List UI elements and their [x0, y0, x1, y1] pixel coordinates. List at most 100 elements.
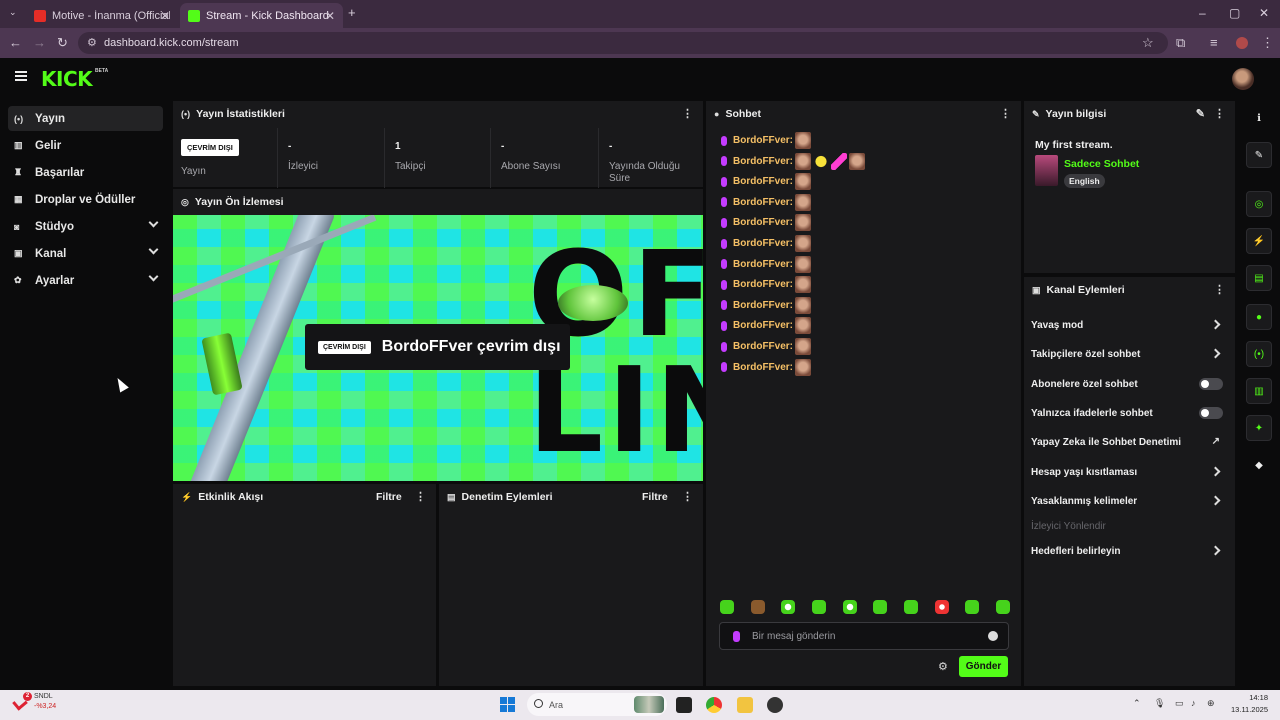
category-link[interactable]: Sadece Sohbet	[1064, 158, 1139, 170]
filter-button[interactable]: Filtre	[642, 491, 668, 503]
taskbar-date[interactable]: 13.11.2025	[1227, 705, 1268, 714]
chat-username[interactable]: BordoFFver:	[733, 300, 793, 311]
bookmark-star-icon[interactable]: ☆	[1142, 35, 1154, 51]
emote-icon[interactable]	[903, 600, 918, 614]
tab-search-icon[interactable]: ⌄	[9, 7, 17, 18]
chat-username[interactable]: BordoFFver:	[733, 217, 793, 228]
network-icon[interactable]: ⊕	[1207, 698, 1215, 709]
browser-menu-icon[interactable]: ⋮	[1261, 35, 1274, 51]
emote-icon[interactable]	[934, 600, 949, 614]
more-options-icon[interactable]: ⋮	[1214, 107, 1225, 120]
windows-start-icon[interactable]	[500, 697, 515, 712]
chat-username[interactable]: BordoFFver:	[733, 197, 793, 208]
more-options-icon[interactable]: ⋮	[682, 107, 693, 120]
activity-toggle-icon[interactable]: ⚡	[1246, 228, 1272, 254]
moderation-toggle-icon[interactable]: ▤	[1246, 265, 1272, 291]
more-options-icon[interactable]: ⋮	[415, 490, 426, 503]
chat-username[interactable]: BordoFFver:	[733, 320, 793, 331]
chat-username[interactable]: BordoFFver:	[733, 259, 793, 270]
preview-toggle-icon[interactable]: ◎	[1246, 191, 1272, 217]
emote-icon[interactable]	[873, 600, 888, 614]
chat-username[interactable]: BordoFFver:	[733, 135, 793, 146]
chat-username[interactable]: BordoFFver:	[733, 279, 793, 290]
new-tab-icon[interactable]: +	[348, 5, 356, 20]
channel-action-item[interactable]: Yalnızca ifadelerle sohbet	[1031, 404, 1226, 422]
close-window-icon[interactable]: ✕	[1259, 6, 1269, 20]
info-icon[interactable]: ℹ	[1246, 105, 1272, 131]
file-explorer-icon[interactable]	[737, 697, 753, 713]
emote-icon[interactable]	[811, 600, 826, 614]
volume-icon[interactable]: ♪	[1191, 698, 1196, 708]
chat-username[interactable]: BordoFFver:	[733, 238, 793, 249]
chat-message-input[interactable]	[752, 630, 972, 642]
obs-app-icon[interactable]	[767, 697, 783, 713]
site-settings-icon[interactable]: ⚙	[87, 36, 97, 49]
channel-actions-toggle-icon[interactable]: ✦	[1246, 415, 1272, 441]
tab-motive[interactable]: Motive - İnanma (Official Video) ✕	[26, 3, 178, 28]
filter-button[interactable]: Filtre	[376, 491, 402, 503]
toggle-switch[interactable]	[1199, 407, 1223, 419]
tab-kick-dashboard[interactable]: Stream - Kick Dashboard ✕	[180, 3, 343, 28]
layout-shapes-icon[interactable]: ◆	[1246, 452, 1272, 478]
emote-icon[interactable]	[750, 600, 765, 614]
channel-action-item[interactable]: Yavaş mod	[1031, 316, 1226, 334]
channel-action-item[interactable]: Yapay Zeka ile Sohbet Denetimi ↗	[1031, 433, 1226, 451]
sidebar-item-studyo[interactable]: ◙ Stüdyo	[8, 214, 163, 239]
close-tab-icon[interactable]: ✕	[325, 9, 335, 23]
edit-icon[interactable]: ✎	[1196, 107, 1205, 120]
extensions-icon[interactable]: ⧉	[1176, 35, 1185, 51]
chat-username[interactable]: BordoFFver:	[733, 176, 793, 187]
close-tab-icon[interactable]: ✕	[160, 9, 170, 23]
sidebar-item-basarilar[interactable]: ♜ Başarılar	[8, 160, 163, 185]
task-view-icon[interactable]	[676, 697, 692, 713]
emote-icon[interactable]	[965, 600, 980, 614]
sidebar-item-droplar[interactable]: ▦ Droplar ve Ödüller	[8, 187, 163, 212]
edit-stream-icon[interactable]: ✎	[1246, 142, 1272, 168]
chat-username[interactable]: BordoFFver:	[733, 156, 793, 167]
emote-icon[interactable]	[842, 600, 857, 614]
hamburger-menu-icon[interactable]	[15, 71, 27, 81]
channel-action-item[interactable]: Hesap yaşı kısıtlaması	[1031, 463, 1226, 481]
channel-action-item[interactable]: Hedefleri belirleyin	[1031, 542, 1226, 560]
profile-avatar[interactable]	[1236, 37, 1248, 49]
chat-username[interactable]: BordoFFver:	[733, 362, 793, 373]
maximize-icon[interactable]: ▢	[1229, 6, 1240, 20]
user-avatar[interactable]	[1232, 68, 1254, 90]
tab-label: Stream - Kick Dashboard	[206, 9, 329, 22]
back-icon[interactable]: ←	[9, 35, 22, 50]
reload-icon[interactable]: ↻	[57, 35, 68, 51]
emote-icon[interactable]	[720, 600, 734, 614]
stats-toggle-icon[interactable]: (•)	[1246, 341, 1272, 367]
chat-username[interactable]: BordoFFver:	[733, 341, 793, 352]
chat-toggle-icon[interactable]: ●	[1246, 304, 1272, 330]
channel-action-item[interactable]: Abonelere özel sohbet	[1031, 375, 1226, 393]
microphone-icon[interactable]: 🎙	[1154, 698, 1165, 709]
more-options-icon[interactable]: ⋮	[682, 490, 693, 503]
sidebar-item-gelir[interactable]: ▥ Gelir	[8, 133, 163, 158]
stock-widget-icon[interactable]: 2	[12, 692, 32, 711]
tray-chevron-icon[interactable]: ⌃	[1133, 698, 1141, 709]
sidebar-item-ayarlar[interactable]: ✿ Ayarlar	[8, 268, 163, 293]
chrome-icon[interactable]	[706, 697, 722, 713]
emoji-picker-icon[interactable]	[988, 631, 998, 641]
minimize-icon[interactable]: –	[1199, 6, 1206, 20]
sidebar-item-yayin[interactable]: (•) Yayın	[8, 106, 163, 131]
language-icon[interactable]: ▭	[1175, 698, 1184, 709]
media-control-icon[interactable]: ≡	[1210, 35, 1218, 50]
emote-icon[interactable]	[781, 600, 796, 614]
toggle-switch[interactable]	[1199, 378, 1223, 390]
kick-logo[interactable]: KICK	[41, 67, 93, 91]
send-button[interactable]: Gönder	[959, 656, 1008, 677]
emote-icon[interactable]	[995, 600, 1010, 614]
url-field[interactable]: ⚙ dashboard.kick.com/stream	[78, 32, 1168, 54]
chat-settings-gear-icon[interactable]: ⚙	[938, 660, 948, 673]
sidebar-item-kanal[interactable]: ▣ Kanal	[8, 241, 163, 266]
more-options-icon[interactable]: ⋮	[1000, 107, 1011, 120]
taskbar-time[interactable]: 14:18	[1236, 693, 1268, 702]
more-options-icon[interactable]: ⋮	[1214, 283, 1225, 296]
channel-action-item[interactable]: Yasaklanmış kelimeler	[1031, 492, 1226, 510]
stream-info-toggle-icon[interactable]: ▥	[1246, 378, 1272, 404]
taskbar-search[interactable]: Ara	[527, 693, 667, 716]
forward-icon[interactable]: →	[33, 35, 46, 50]
channel-action-item[interactable]: Takipçilere özel sohbet	[1031, 345, 1226, 363]
